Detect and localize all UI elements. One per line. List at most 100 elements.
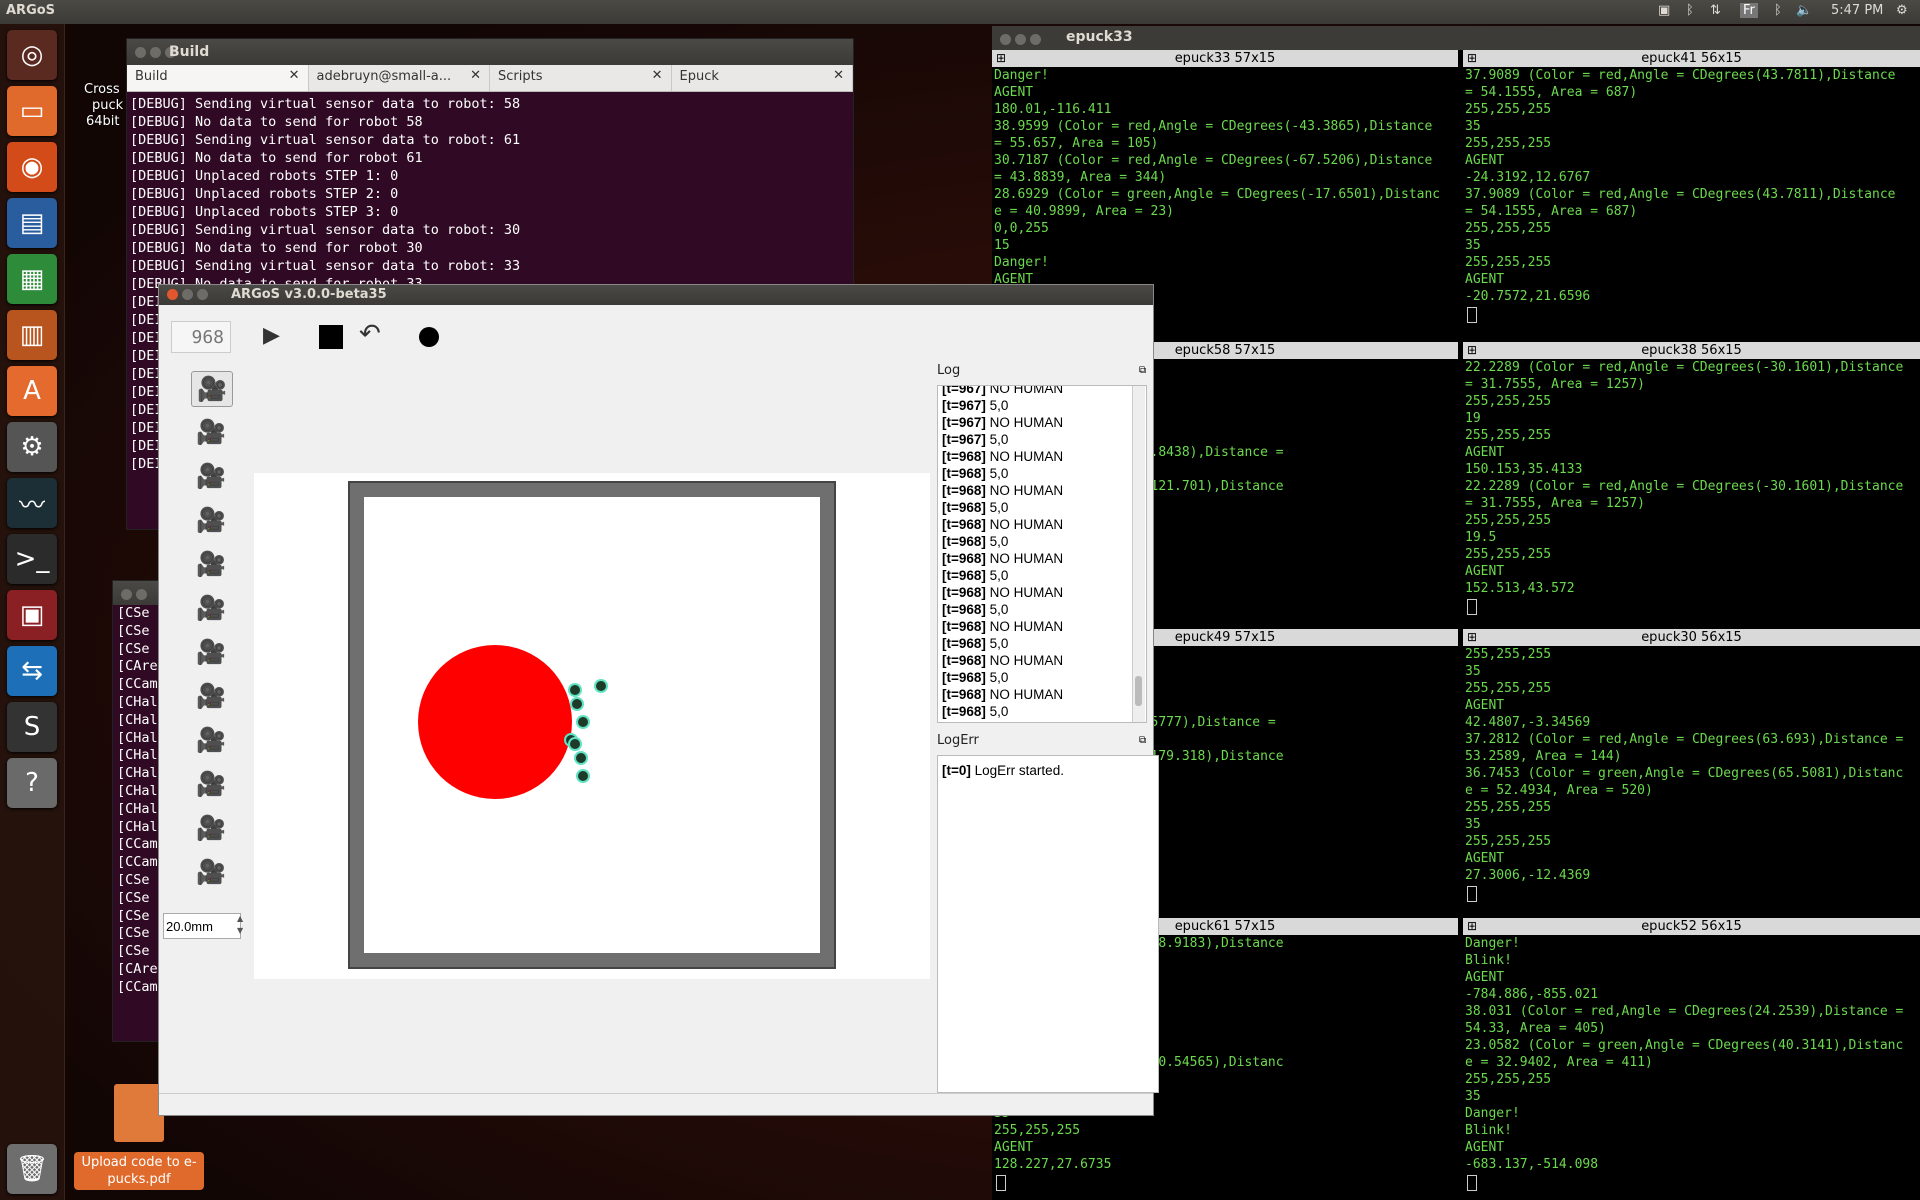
pane-line: 37.9089 (Color = red,Angle = CDegrees(43… [1465, 68, 1896, 83]
argos-app-icon[interactable]: ▣ [7, 590, 57, 640]
volume-icon[interactable]: 🔈 [1796, 3, 1812, 18]
camera-icon[interactable]: 🎥 [191, 503, 231, 537]
bluetooth-icon-2[interactable]: ᛒ [1774, 3, 1782, 18]
software-center-icon[interactable]: A [7, 366, 57, 416]
teamviewer-icon[interactable]: ⇆ [7, 646, 57, 696]
minimize-window-icon[interactable] [182, 289, 193, 300]
pane-line: AGENT [1465, 153, 1505, 168]
help-icon[interactable]: ? [7, 758, 57, 808]
close-window-icon[interactable] [167, 289, 178, 300]
log-timestamp: [t=968] [942, 670, 986, 685]
close-tab-icon[interactable]: ✕ [652, 68, 663, 83]
terminal-pane[interactable]: ⊞ epuck41 56x15 37.9089 (Color = red,Angle… [1463, 50, 1920, 338]
camera-icon[interactable]: 🎥 [191, 415, 231, 449]
epuck-robot [572, 699, 582, 709]
sublime-text-icon[interactable]: S [7, 702, 57, 752]
log-message: NO HUMAN [985, 619, 1064, 634]
logerr-output[interactable]: [t=0] LogErr started. [937, 755, 1159, 1093]
pane-line: 37.2812 (Color = red,Angle = CDegrees(63… [1465, 732, 1904, 747]
pane-menu-icon[interactable]: ⊞ [1467, 629, 1477, 646]
firefox-icon[interactable]: ◉ [7, 142, 57, 192]
pane-line: 152.513,43.572 [1465, 581, 1575, 596]
close-tab-icon[interactable]: ✕ [833, 68, 844, 83]
minimize-window-icon[interactable] [150, 47, 161, 58]
arena-viewport[interactable] [254, 473, 930, 979]
close-tab-icon[interactable]: ✕ [289, 68, 300, 83]
log-output[interactable]: [t=967] NO HUMAN [t=967] 5,0 [t=967] NO HU… [937, 385, 1147, 723]
log-timestamp: [t=968] [942, 500, 986, 515]
pane-menu-icon[interactable]: ⊞ [996, 50, 1006, 67]
pane-line: 36.7453 (Color = green,Angle = CDegrees(… [1465, 766, 1904, 781]
zoom-spinner[interactable]: ▲ ▼ [237, 913, 247, 937]
tab-ssh[interactable]: adebruyn@small-a... ✕ [309, 65, 490, 91]
camera-icon[interactable]: 🎥 [191, 591, 231, 625]
log-scrollbar-thumb[interactable] [1135, 676, 1142, 706]
log-scrollbar[interactable] [1132, 386, 1145, 722]
pdf-file-label[interactable]: Upload code to e-pucks.pdf [74, 1152, 204, 1190]
close-window-icon[interactable] [135, 47, 146, 58]
build-terminal-output: [DEBUG] Sending virtual sensor data to r… [127, 92, 853, 293]
system-settings-icon[interactable]: ⚙ [7, 422, 57, 472]
terminal-icon[interactable]: >_ [7, 534, 57, 584]
pane-line: 53.2589, Area = 144) [1465, 749, 1622, 764]
build-window-titlebar[interactable]: Build [127, 39, 853, 65]
impress-icon[interactable]: ▥ [7, 310, 57, 360]
terminal-pane[interactable]: ⊞ epuck38 56x15 22.2289 (Color = red,Angle… [1463, 342, 1920, 625]
camera-icon[interactable]: 🎥 [191, 635, 231, 669]
close-tab-icon[interactable]: ✕ [470, 68, 481, 83]
writer-icon[interactable]: ▤ [7, 198, 57, 248]
terminal-pane[interactable]: ⊞ epuck30 56x15 255,255,255 35 255,255,255 AG… [1463, 629, 1920, 914]
terminal-line: [DEBUG] Sending virtual sensor data to r… [130, 96, 521, 112]
calc-icon[interactable]: ▦ [7, 254, 57, 304]
log-line: [t=968] NO HUMAN [942, 516, 1146, 533]
record-icon[interactable] [419, 327, 439, 347]
pane-menu-icon[interactable]: ⊞ [1467, 342, 1477, 359]
zoom-input[interactable] [163, 913, 241, 939]
pane-menu-icon[interactable]: ⊞ [1467, 918, 1477, 935]
dropbox-icon[interactable]: ▣ [1658, 3, 1670, 18]
log-timestamp: [t=968] [942, 568, 986, 583]
clock[interactable]: 5:47 PM [1831, 3, 1883, 18]
system-monitor-icon[interactable]: 〰 [7, 478, 57, 528]
tab-epuck[interactable]: Epuck ✕ [672, 65, 853, 91]
camera-icon[interactable]: 🎥 [191, 855, 231, 889]
pane-line: AGENT [1465, 970, 1505, 985]
camera-icon[interactable]: 🎥 [191, 767, 231, 801]
camera-icon[interactable]: 🎥 [191, 459, 231, 493]
argos-window[interactable]: ARGoS v3.0.0-beta35 968 ▶ ↶ 🎥 🎥 🎥 🎥 🎥 🎥 🎥 🎥 🎥 🎥 🎥 🎥… [158, 284, 1159, 1116]
terminal-cursor [1467, 599, 1477, 615]
settings-gear-icon[interactable]: ⚙ [1896, 3, 1908, 18]
pane-menu-icon[interactable]: ⊞ [1467, 50, 1477, 67]
bluetooth-icon[interactable]: ᛒ [1686, 3, 1694, 18]
epuck-window-titlebar[interactable]: epuck33 [992, 26, 1920, 50]
camera-icon[interactable]: 🎥 [191, 811, 231, 845]
tab-scripts[interactable]: Scripts ✕ [490, 65, 672, 91]
network-icon[interactable]: ⇅ [1710, 3, 1721, 18]
stop-icon[interactable] [319, 325, 343, 349]
camera-icon[interactable]: 🎥 [191, 679, 231, 713]
desktop-icon-label[interactable]: Cross puck 64bit [84, 82, 123, 130]
trash-icon[interactable]: 🗑 [7, 1144, 57, 1194]
pane-line: AGENT [1465, 272, 1505, 287]
terminal-pane[interactable]: ⊞ epuck52 56x15 Danger! Blink! AGENT -784.886… [1463, 918, 1920, 1200]
keyboard-layout-indicator[interactable]: Fr [1740, 3, 1758, 18]
log-timestamp: [t=968] [942, 636, 986, 651]
tab-build[interactable]: Build ✕ [127, 65, 309, 91]
undock-icon[interactable]: ⧉ [1139, 365, 1146, 376]
undock-icon[interactable]: ⧉ [1139, 735, 1146, 746]
camera-icon[interactable]: 🎥 [191, 547, 231, 581]
log-message: NO HUMAN [985, 653, 1064, 668]
camera-icon[interactable]: 🎥 [191, 371, 233, 407]
files-icon[interactable]: ▭ [7, 86, 57, 136]
play-icon[interactable]: ▶ [263, 323, 280, 348]
camera-icon[interactable]: 🎥 [191, 723, 231, 757]
argos-titlebar[interactable]: ARGoS v3.0.0-beta35 [159, 285, 1153, 305]
maximize-window-icon[interactable] [197, 289, 208, 300]
pane-line: 23.0582 (Color = green,Angle = CDegrees(… [1465, 1038, 1904, 1053]
pane-line: 0,0,255 [994, 221, 1049, 236]
reset-icon[interactable]: ↶ [359, 319, 381, 349]
dash-home-icon[interactable]: ◎ [7, 30, 57, 80]
log-message: NO HUMAN [985, 687, 1064, 702]
pdf-file-icon[interactable] [114, 1084, 164, 1142]
pane-title: epuck30 56x15 [1641, 630, 1742, 645]
